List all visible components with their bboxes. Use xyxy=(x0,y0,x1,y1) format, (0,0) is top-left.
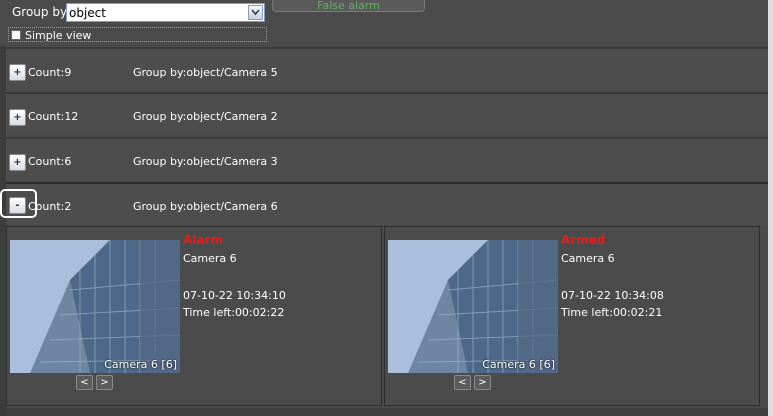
false-alarm-button[interactable]: False alarm xyxy=(272,0,425,12)
alarm-timestamp: 07-10-22 10:34:08 xyxy=(561,289,664,302)
alarm-card[interactable]: Camera 6 [6] Armed Camera 6 07-10-22 10:… xyxy=(384,226,760,406)
next-button[interactable]: > xyxy=(474,375,491,390)
expand-button[interactable]: + xyxy=(9,154,26,171)
group-by-select[interactable]: object xyxy=(66,3,265,22)
camera-name: Camera 6 xyxy=(183,252,237,265)
next-button[interactable]: > xyxy=(96,375,113,390)
chevron-down-icon[interactable] xyxy=(248,5,263,20)
alarm-timestamp: 07-10-22 10:34:10 xyxy=(183,289,286,302)
group-row[interactable]: + Count:12 Group by:object/Camera 2 xyxy=(6,92,768,135)
group-count: Count:9 xyxy=(28,66,72,79)
simple-view-checkbox[interactable] xyxy=(11,30,21,40)
alarm-card[interactable]: Camera 6 [6] Alarm Camera 6 07-10-22 10:… xyxy=(6,226,382,406)
group-label: Group by:object/Camera 6 xyxy=(133,200,278,213)
group-label: Group by:object/Camera 3 xyxy=(133,155,278,168)
thumbnail-caption: Camera 6 [6] xyxy=(482,358,555,371)
focus-highlight xyxy=(0,189,37,218)
group-count: Count:6 xyxy=(28,155,72,168)
time-left: Time left:00:02:22 xyxy=(183,306,285,319)
prev-button[interactable]: < xyxy=(76,375,93,390)
expand-button[interactable]: + xyxy=(9,109,26,126)
simple-view-label: Simple view xyxy=(25,29,92,42)
right-edge xyxy=(768,0,773,416)
alarm-status: Alarm xyxy=(183,233,223,247)
group-row[interactable]: - Count:2 Group by:object/Camera 6 xyxy=(6,182,768,225)
group-row[interactable]: + Count:6 Group by:object/Camera 3 xyxy=(6,137,768,180)
time-left: Time left:00:02:21 xyxy=(561,306,663,319)
prev-button[interactable]: < xyxy=(454,375,471,390)
camera-name: Camera 6 xyxy=(561,252,615,265)
false-alarm-label: False alarm xyxy=(317,0,380,12)
bottom-strip xyxy=(6,408,768,416)
camera-thumbnail[interactable]: Camera 6 [6] xyxy=(388,240,558,373)
expand-button[interactable]: + xyxy=(9,64,26,81)
group-row[interactable]: + Count:9 Group by:object/Camera 5 xyxy=(6,47,768,90)
group-label: Group by:object/Camera 5 xyxy=(133,66,278,79)
thumbnail-caption: Camera 6 [6] xyxy=(104,358,177,371)
group-label: Group by:object/Camera 2 xyxy=(133,110,278,123)
alarm-cards-area: Camera 6 [6] Alarm Camera 6 07-10-22 10:… xyxy=(6,226,768,408)
group-by-value: object xyxy=(69,6,106,20)
alarm-status: Armed xyxy=(561,233,606,247)
building-image xyxy=(388,240,558,373)
building-image xyxy=(10,240,180,373)
group-count: Count:12 xyxy=(28,110,79,123)
group-by-label: Group by: xyxy=(12,5,71,19)
camera-thumbnail[interactable]: Camera 6 [6] xyxy=(10,240,180,373)
